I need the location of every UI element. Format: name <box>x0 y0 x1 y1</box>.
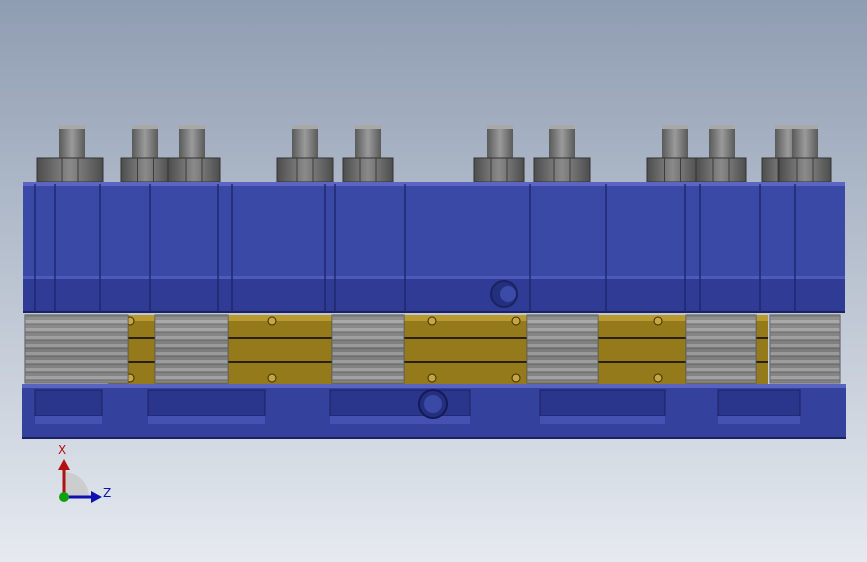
hex-nut <box>36 157 104 183</box>
hex-nut <box>342 157 394 183</box>
bolt-stud <box>487 125 513 160</box>
bolt-stud <box>549 125 575 160</box>
brass-screw <box>427 316 437 326</box>
bolt-stud <box>355 125 381 160</box>
triad-origin <box>59 492 69 502</box>
top-plate[interactable] <box>23 182 845 313</box>
hex-nut <box>167 157 221 183</box>
brass-screw <box>427 373 437 383</box>
hex-nut <box>646 157 699 183</box>
bolt-stud <box>59 125 85 160</box>
brass-screw <box>653 373 663 383</box>
brass-screw <box>267 373 277 383</box>
bottom-plate[interactable] <box>22 384 846 439</box>
hex-nut <box>276 157 334 183</box>
brass-screw <box>267 316 277 326</box>
bolt-stud <box>292 125 318 160</box>
bolt-stud <box>709 125 735 160</box>
bottom-pocket <box>539 389 666 417</box>
bottom-pocket <box>717 389 801 417</box>
cad-viewport[interactable] <box>0 0 867 562</box>
brass-screw <box>511 373 521 383</box>
hex-nut <box>778 157 832 183</box>
bolt-stud <box>179 125 205 160</box>
hex-nut <box>533 157 591 183</box>
brass-screw <box>511 316 521 326</box>
hex-nut <box>473 157 525 183</box>
bottom-pocket <box>34 389 103 417</box>
triad-x-label: X <box>58 443 67 457</box>
hex-nut <box>695 157 747 183</box>
brass-screw <box>653 316 663 326</box>
hex-nut <box>120 157 171 183</box>
bolt-stud <box>792 125 818 160</box>
bottom-pocket <box>329 389 471 417</box>
triad-z-label: Z <box>103 486 112 500</box>
bolt-stud <box>132 125 158 160</box>
bottom-pocket <box>147 389 266 417</box>
bolt-stud <box>662 125 688 160</box>
